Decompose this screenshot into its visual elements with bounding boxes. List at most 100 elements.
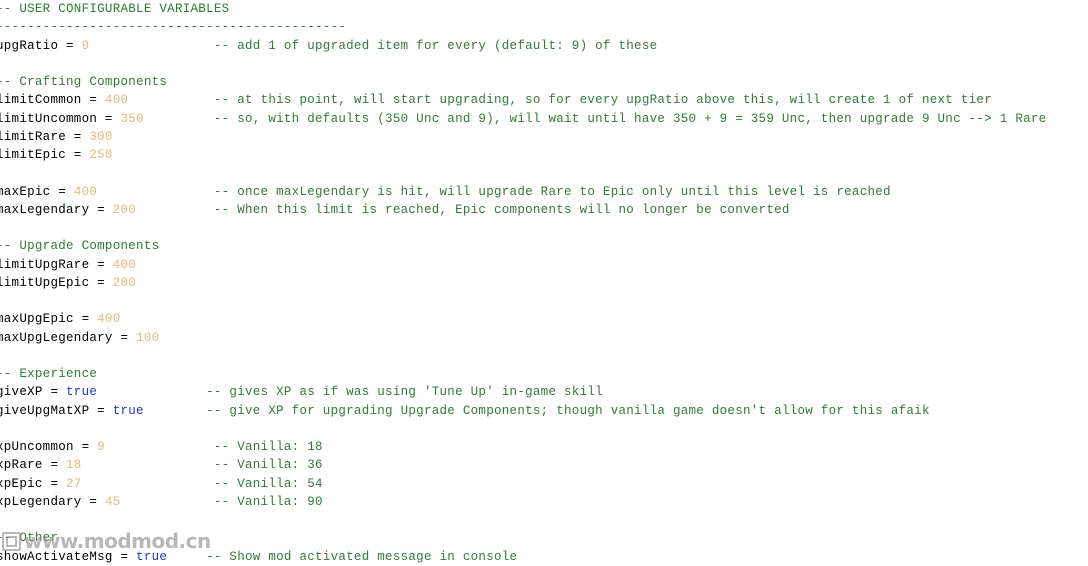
code-comment: -- Show mod activated message in console: [206, 549, 518, 564]
code-number: 300: [89, 129, 113, 144]
code-comment: ----------------------------------------…: [0, 20, 347, 35]
code-line: limitRare = 300: [0, 128, 1046, 146]
code-operator: =: [97, 111, 121, 126]
code-line: upgRatio = 9 -- add 1 of upgraded item f…: [0, 37, 1046, 55]
code-identifier: limitRare: [0, 129, 67, 144]
code-operator: =: [112, 549, 137, 564]
code-identifier: limitCommon: [0, 93, 82, 108]
code-operator: =: [66, 148, 90, 162]
code-identifier: maxUpgLegendary: [0, 330, 113, 345]
code-keyword: true: [66, 385, 98, 400]
code-number: 400: [112, 257, 137, 272]
code-identifier: maxLegendary: [0, 202, 90, 217]
code-comment: -- Crafting Components: [0, 75, 168, 89]
code-identifier: limitUncommon: [0, 111, 98, 126]
code-identifier: upgRatio: [0, 38, 59, 53]
code-line: giveUpgMatXP = true -- give XP for upgra…: [0, 402, 1046, 420]
code-comment: -- Vanilla: 36: [213, 458, 323, 473]
code-operator: =: [89, 275, 113, 290]
code-operator: =: [89, 403, 113, 418]
code-identifier: maxUpgEpic: [0, 312, 74, 327]
code-identifier: xpUncommon: [0, 440, 74, 454]
code-identifier: showActivateMsg: [0, 549, 113, 564]
code-line: maxUpgLegendary = 100: [0, 329, 1046, 347]
code-keyword: true: [112, 403, 144, 418]
code-line: -- Other: [0, 529, 1046, 547]
code-line: xpLegendary = 45 -- Vanilla: 90: [0, 493, 1046, 511]
code-identifier: giveUpgMatXP: [0, 403, 90, 418]
code-number: 400: [73, 184, 98, 199]
code-operator: =: [66, 129, 90, 144]
code-number: 27: [66, 476, 82, 491]
code-operator: =: [42, 476, 67, 491]
code-operator: =: [42, 458, 67, 473]
code-operator: =: [81, 93, 105, 108]
code-number: 200: [112, 202, 137, 217]
code-identifier: limitUpgRare: [0, 257, 90, 272]
code-line: giveXP = true -- gives XP as if was usin…: [0, 383, 1046, 401]
code-comment: -- Experience: [0, 367, 98, 381]
code-number: 250: [89, 148, 113, 162]
code-line: ----------------------------------------…: [0, 18, 1046, 36]
code-operator: =: [73, 312, 98, 327]
code-line: maxEpic = 400 -- once maxLegendary is hi…: [0, 183, 1046, 201]
code-operator: =: [112, 330, 137, 345]
code-number: 400: [97, 312, 121, 327]
code-comment: -- at this point, will start upgrading, …: [213, 93, 992, 108]
code-identifier: xpRare: [0, 458, 43, 473]
code-identifier: xpEpic: [0, 476, 43, 491]
code-line: maxUpgEpic = 400: [0, 310, 1046, 328]
code-comment: -- once maxLegendary is hit, will upgrad…: [213, 184, 891, 199]
code-keyword: true: [136, 549, 168, 564]
code-line: limitUpgEpic = 200: [0, 274, 1046, 292]
code-operator: =: [58, 38, 82, 53]
code-identifier: giveXP: [0, 385, 43, 400]
code-identifier: limitUpgEpic: [0, 275, 90, 290]
code-comment: -- add 1 of upgraded item for every (def…: [213, 38, 658, 53]
code-editor-pane[interactable]: -- USER CONFIGURABLE VARIABLES ----------…: [0, 0, 1088, 564]
code-identifier: maxEpic: [0, 184, 51, 199]
code-line: limitEpic = 250: [0, 146, 1046, 164]
code-line: limitUpgRare = 400: [0, 256, 1046, 274]
source-code-text[interactable]: -- USER CONFIGURABLE VARIABLES ----------…: [0, 0, 1046, 566]
code-operator: =: [89, 202, 113, 217]
code-operator: =: [42, 385, 67, 400]
code-operator: =: [73, 440, 98, 454]
code-line: -- USER CONFIGURABLE VARIABLES: [0, 0, 1046, 18]
code-number: 9: [97, 440, 105, 454]
code-comment: -- gives XP as if was using 'Tune Up' in…: [206, 385, 603, 400]
code-number: 350: [120, 111, 144, 126]
code-comment: -- Vanilla: 18: [213, 440, 323, 454]
code-line: showActivateMsg = true -- Show mod activ…: [0, 548, 1046, 566]
code-comment: -- Vanilla: 90: [213, 494, 323, 509]
code-number: 400: [104, 93, 129, 108]
code-number: 200: [112, 275, 137, 290]
code-line: -- Upgrade Components: [0, 237, 1046, 255]
code-comment: -- Vanilla: 54: [213, 476, 323, 491]
code-line: xpRare = 18 -- Vanilla: 36: [0, 456, 1046, 474]
code-number: 45: [104, 494, 121, 509]
code-operator: =: [81, 494, 105, 509]
code-comment: -- so, with defaults (350 Unc and 9), wi…: [213, 111, 1047, 126]
code-comment: -- When this limit is reached, Epic comp…: [213, 202, 790, 217]
code-comment: -- Upgrade Components: [0, 239, 160, 254]
code-line: xpUncommon = 9 -- Vanilla: 18: [0, 438, 1046, 456]
code-line: -- Crafting Components: [0, 73, 1046, 91]
code-line: xpEpic = 27 -- Vanilla: 54: [0, 475, 1046, 493]
